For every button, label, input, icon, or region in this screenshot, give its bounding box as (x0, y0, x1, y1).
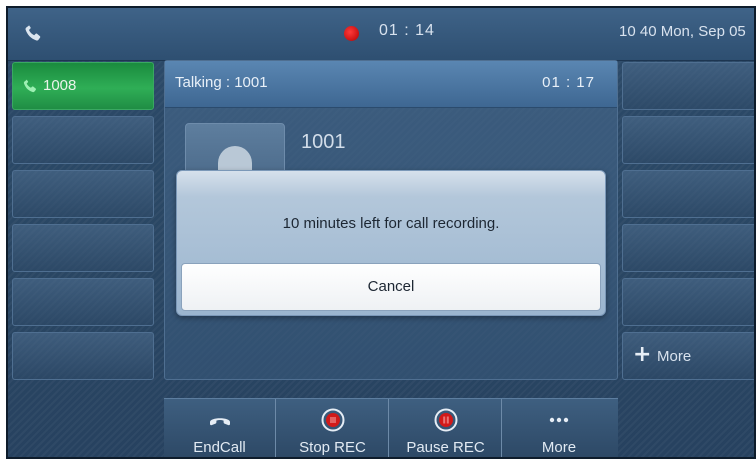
right-key-4[interactable] (622, 224, 754, 272)
call-duration: 01 : 17 (542, 74, 595, 91)
right-key-2[interactable] (622, 116, 754, 164)
more-key[interactable]: + More (622, 332, 754, 380)
line-key-5[interactable] (12, 278, 154, 326)
line-key-4[interactable] (12, 224, 154, 272)
callee-number: 1001 (301, 131, 346, 153)
line-key-1008[interactable]: 1008 (12, 62, 154, 110)
more-dots-icon (549, 417, 569, 423)
phone-screen: 01 : 14 10 40 Mon, Sep 05 1008 + More Ta… (6, 6, 756, 459)
more-softkey-label: More (541, 439, 577, 456)
stop-record-icon (321, 408, 345, 432)
pause-rec-softkey[interactable]: Pause REC (390, 399, 502, 457)
stop-rec-label: Stop REC (299, 439, 366, 456)
pause-rec-label: Pause REC (406, 439, 485, 456)
handset-icon (210, 418, 230, 426)
phone-icon (23, 78, 36, 93)
line-key-2[interactable] (12, 116, 154, 164)
softkey-bar: EndCall Stop REC Pause REC More (164, 398, 618, 457)
line-key-label: 1008 (43, 77, 77, 94)
endcall-label: EndCall (193, 439, 246, 456)
dialog-message: 10 minutes left for call recording. (282, 215, 500, 232)
right-key-1[interactable] (622, 62, 754, 110)
line-key-3[interactable] (12, 170, 154, 218)
phone-icon (25, 24, 41, 41)
more-softkey[interactable]: More (503, 399, 615, 457)
plus-icon: + (633, 342, 652, 367)
pause-record-icon (434, 408, 458, 432)
call-status-title: Talking : 1001 (175, 74, 268, 91)
line-key-6[interactable] (12, 332, 154, 380)
cancel-button[interactable]: Cancel (181, 263, 601, 311)
recording-indicator-icon (344, 26, 359, 41)
call-header: Talking : 1001 01 : 17 (165, 61, 617, 108)
right-key-5[interactable] (622, 278, 754, 326)
endcall-softkey[interactable]: EndCall (164, 399, 276, 457)
recording-warning-dialog: 10 minutes left for call recording. Canc… (176, 170, 606, 316)
status-bar: 01 : 14 10 40 Mon, Sep 05 (8, 8, 754, 61)
date-time: 10 40 Mon, Sep 05 (619, 23, 746, 40)
right-key-3[interactable] (622, 170, 754, 218)
stop-rec-softkey[interactable]: Stop REC (277, 399, 389, 457)
recording-time: 01 : 14 (379, 22, 435, 39)
more-key-label: More (657, 348, 692, 365)
